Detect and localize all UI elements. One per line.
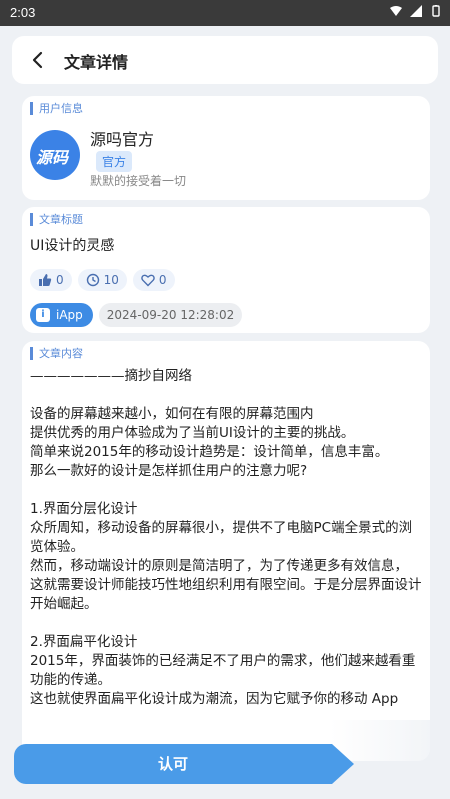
chevron-left-icon[interactable]	[26, 48, 50, 72]
app-icon: i	[36, 308, 50, 322]
favorite-count: 0	[158, 273, 167, 287]
status-bar: 2:03	[0, 0, 450, 26]
avatar-text: 源码	[36, 148, 69, 167]
user-motto: 默默的接受着一切	[90, 174, 187, 188]
favorite-button[interactable]: 0	[132, 269, 175, 291]
user-section-label: 用户信息	[30, 102, 83, 115]
app-name: iApp	[56, 308, 83, 322]
article-title: UI设计的灵感	[30, 238, 115, 254]
content-paragraph: 然而，移动端设计的原则是简洁明了，为了传递更多有效信息，	[30, 558, 408, 574]
article-content: ———————摘抄自网络设备的屏幕越来越小，如何在有限的屏幕范围内提供优秀的用户…	[30, 367, 422, 709]
article-content-card: 文章内容 ———————摘抄自网络设备的屏幕越来越小，如何在有限的屏幕范围内提供…	[22, 341, 430, 761]
thumbs-up-icon	[39, 274, 52, 286]
history-icon	[86, 273, 99, 287]
view-count: 10	[103, 273, 119, 287]
content-paragraph: 设备的屏幕越来越小，如何在有限的屏幕范围内	[30, 406, 314, 422]
content-paragraph: 2015年，界面装饰的已经满足不了用户的需求，他们越来越看重功能的传递。	[30, 653, 416, 688]
status-time: 2:03	[10, 5, 36, 20]
view-count-chip: 10	[77, 269, 127, 291]
page-title: 文章详情	[64, 53, 129, 72]
user-info-card: 用户信息 源码 源吗官方 官方 默默的接受着一切	[22, 96, 430, 200]
article-stats: 0 10 0	[30, 269, 175, 291]
content-paragraph: 1.界面分层化设计	[30, 501, 138, 517]
content-section-label: 文章内容	[30, 347, 83, 360]
content-paragraph: 简单来说2015年的移动设计趋势是：设计简单，信息丰富。	[30, 444, 389, 460]
like-count: 0	[56, 273, 64, 287]
article-meta: i iApp 2024-09-20 12:28:02	[30, 303, 243, 327]
like-button[interactable]: 0	[30, 269, 72, 291]
heart-icon	[141, 274, 155, 287]
avatar[interactable]: 源码	[30, 130, 80, 180]
approve-button[interactable]: 认可	[14, 744, 354, 784]
content-paragraph: 提供优秀的用户体验成为了当前UI设计的主要的挑战。	[30, 425, 355, 441]
wifi-icon	[390, 6, 402, 16]
content-paragraph: ———————摘抄自网络	[30, 368, 192, 384]
content-paragraph: 2.界面扁平化设计	[30, 634, 138, 650]
publish-date: 2024-09-20 12:28:02	[98, 303, 243, 327]
app-tag[interactable]: i iApp	[30, 303, 93, 327]
content-paragraph: 那么一款好的设计是怎样抓住用户的注意力呢?	[30, 463, 308, 479]
signal-icon	[410, 5, 422, 17]
content-paragraph: 众所周知，移动设备的屏幕很小，提供不了电脑PC端全景式的浏览体验。	[30, 520, 413, 555]
title-section-label: 文章标题	[30, 213, 83, 226]
battery-icon	[432, 5, 440, 17]
app-bar: 文章详情	[12, 36, 438, 84]
content-paragraph: 这也就使界面扁平化设计成为潮流，因为它赋予你的移动 App	[30, 691, 399, 707]
user-name[interactable]: 源吗官方	[90, 126, 154, 150]
content-paragraph: 这就需要设计师能技巧性地组织利用有限空间。于是分层界面设计开始崛起。	[30, 577, 422, 612]
article-title-card: 文章标题 UI设计的灵感 0 10 0 i iApp 2024-09-20 12…	[22, 207, 430, 333]
official-badge: 官方	[96, 151, 133, 172]
